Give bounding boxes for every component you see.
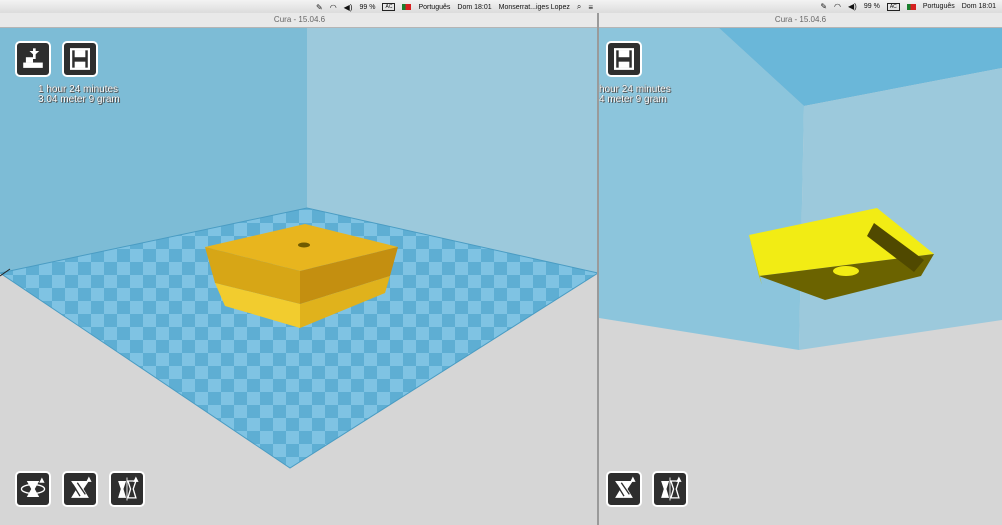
- right-wall: [799, 68, 1002, 350]
- print-info: hour 24 minutes 4 meter 9 gram: [599, 85, 671, 105]
- print-material: 3.04 meter 9 gram: [38, 94, 120, 105]
- save-gcode-button[interactable]: [606, 41, 642, 77]
- mirror-button[interactable]: [109, 471, 145, 507]
- scale-button[interactable]: [606, 471, 642, 507]
- scale-button[interactable]: [62, 471, 98, 507]
- search-icon[interactable]: ⌕: [577, 2, 581, 12]
- volume-icon[interactable]: ◀): [344, 3, 353, 12]
- window-title-left: Cura - 15.04.6: [0, 13, 599, 28]
- volume-icon[interactable]: ◀): [848, 2, 857, 11]
- user-name[interactable]: Monserrat...iges Lopez: [499, 4, 570, 11]
- input-language[interactable]: Português: [923, 3, 955, 10]
- wifi-icon[interactable]: ◠: [330, 3, 337, 12]
- save-icon: [614, 48, 634, 70]
- flag-icon: [402, 4, 412, 10]
- mirror-icon: [118, 476, 139, 501]
- rotate-icon: [20, 477, 46, 497]
- battery-icon[interactable]: AC: [886, 2, 900, 11]
- list-icon[interactable]: ≡: [588, 3, 593, 12]
- clock[interactable]: Dom 18:01: [457, 4, 491, 11]
- viewport-3d-right[interactable]: hour 24 minutes 4 meter 9 gram: [599, 28, 1002, 525]
- print-info: 1 hour 24 minutes 3.04 meter 9 gram: [38, 85, 120, 105]
- menu-bar-right: ✎ ◠ ◀) 99 % AC Português Dom 18:01: [599, 0, 1002, 13]
- battery-percent: 99 %: [359, 3, 376, 11]
- evernote-icon[interactable]: ✎: [316, 3, 323, 12]
- rotate-button[interactable]: [15, 471, 51, 507]
- print-material: 4 meter 9 gram: [599, 94, 667, 105]
- scale-icon: [615, 476, 636, 498]
- battery-percent: 99 %: [863, 3, 880, 10]
- window-title-right: Cura - 15.04.6: [599, 13, 1002, 28]
- menu-bar-left: ✎ ◠ ◀) 99 % AC Português Dom 18:01 Monse…: [0, 0, 599, 13]
- wifi-icon[interactable]: ◠: [834, 2, 841, 11]
- battery-icon[interactable]: AC: [382, 3, 396, 11]
- save-gcode-button[interactable]: [62, 41, 98, 77]
- clock[interactable]: Dom 18:01: [962, 3, 996, 10]
- save-icon: [70, 48, 90, 70]
- load-model-button[interactable]: [15, 41, 51, 77]
- load-model-icon: [23, 48, 43, 68]
- mirror-button[interactable]: [652, 471, 688, 507]
- scale-icon: [71, 476, 92, 498]
- input-language[interactable]: Português: [418, 4, 450, 11]
- evernote-icon[interactable]: ✎: [820, 2, 827, 11]
- mirror-icon: [661, 476, 682, 501]
- flag-icon: [906, 3, 916, 10]
- viewport-3d-left[interactable]: 1 hour 24 minutes 3.04 meter 9 gram: [0, 28, 598, 525]
